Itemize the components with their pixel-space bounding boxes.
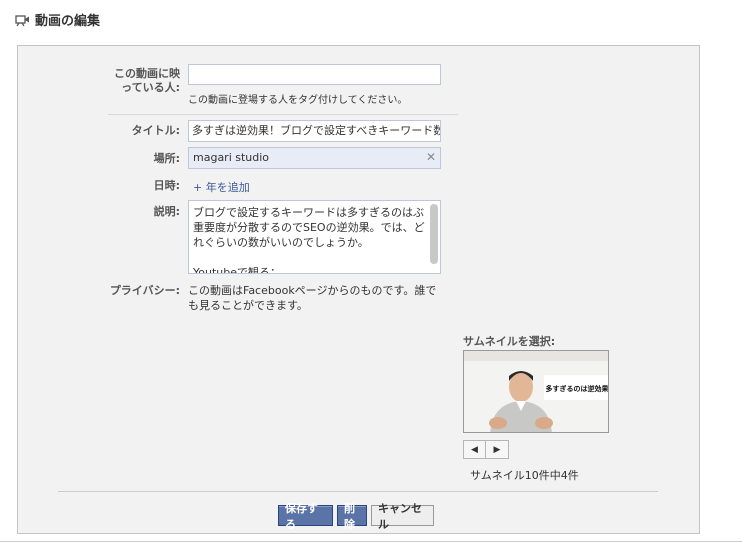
place-value: magari studio	[193, 151, 270, 164]
privacy-text: この動画はFacebookページからのものです。誰で も見ることができます。	[188, 284, 437, 312]
page-title: 動画の編集	[35, 14, 101, 29]
title-input[interactable]: 多すぎは逆効果！ブログで設定すべきキーワード数	[188, 120, 441, 142]
cancel-button[interactable]: キャンセル	[371, 502, 434, 531]
triangle-left-icon[interactable]: ◀	[463, 440, 486, 459]
thumbnail-image[interactable]: 多すぎるのは逆効果	[463, 350, 609, 433]
thumbnail-count: サムネイル10件中4件	[470, 469, 579, 482]
footer-separator	[58, 491, 658, 492]
thumbnail-nav: ◀ ▶	[463, 440, 509, 459]
tag-people-hint: この動画に登場する人をタグ付けしてください。	[188, 95, 408, 106]
triangle-right-icon[interactable]: ▶	[486, 440, 509, 459]
close-icon[interactable]: ✕	[426, 150, 436, 164]
save-button[interactable]: 保存する	[278, 502, 333, 531]
dialog-header: 動画の編集	[15, 10, 100, 29]
form-separator	[108, 114, 458, 115]
privacy-label: プライバシー:	[109, 284, 180, 297]
description-textarea[interactable]: ブログで設定するキーワードは多すぎるのはぶ 重要度が分散するのでSEOの逆効果。…	[188, 200, 441, 274]
add-year-link[interactable]: + 年を追加	[193, 179, 250, 195]
description-scrollbar[interactable]	[430, 204, 438, 264]
title-label: タイトル:	[131, 124, 180, 137]
video-camera-icon	[15, 14, 29, 26]
place-input[interactable]: magari studio ✕	[188, 147, 441, 169]
thumbnail-label: サムネイルを選択:	[463, 335, 556, 348]
delete-button[interactable]: 削除	[337, 502, 367, 531]
description-text: ブログで設定するキーワードは多すぎるのはぶ 重要度が分散するのでSEOの逆効果。…	[193, 206, 425, 274]
bottom-divider	[0, 541, 742, 542]
tag-people-label: この動画に映 っている人:	[114, 67, 180, 94]
description-label: 説明:	[153, 205, 180, 218]
thumbnail-picture: 多すぎるのは逆効果	[464, 351, 609, 432]
action-buttons: 保存する 削除 キャンセル	[278, 502, 434, 531]
place-label: 場所:	[153, 152, 180, 165]
tag-people-input[interactable]	[188, 64, 441, 85]
date-label: 日時:	[153, 179, 180, 192]
thumbnail-overlay-text: 多すぎるのは逆効果	[546, 384, 609, 393]
